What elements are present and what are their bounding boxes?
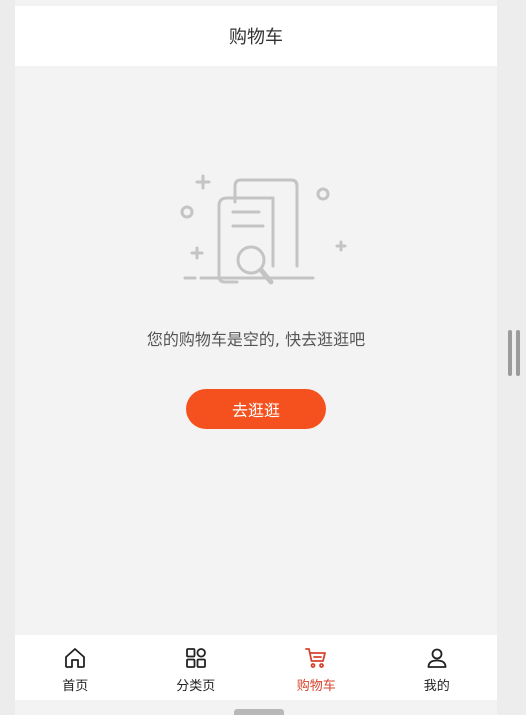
tab-cart-label: 购物车 [296, 679, 336, 694]
tab-mine[interactable]: 我的 [377, 635, 498, 700]
empty-cart-message: 您的购物车是空的, 快去逛逛吧 [146, 330, 366, 349]
page-title: 购物车 [229, 27, 283, 48]
empty-document-search-icon [165, 166, 355, 296]
tab-cart[interactable]: 购物车 [256, 635, 377, 700]
app-screen: 购物车 您的购物车是空的, 快去逛逛吧 去逛逛 首页 分类页 购物车 我的 [15, 6, 497, 700]
bottom-scrollbar-nub[interactable] [234, 709, 284, 715]
tab-category-label: 分类页 [176, 679, 216, 694]
tab-home-label: 首页 [62, 679, 89, 694]
bottom-tab-bar: 首页 分类页 购物车 我的 [15, 635, 497, 700]
tab-mine-label: 我的 [423, 679, 450, 694]
cart-icon [305, 648, 327, 668]
page-header: 购物车 [15, 6, 497, 66]
tab-category[interactable]: 分类页 [136, 635, 257, 700]
left-frame [0, 0, 15, 715]
user-icon [427, 648, 447, 668]
category-grid-icon [185, 648, 206, 668]
tab-home[interactable]: 首页 [15, 635, 136, 700]
home-icon [65, 648, 86, 668]
resize-handle[interactable] [508, 330, 520, 376]
go-shopping-button[interactable]: 去逛逛 [186, 389, 326, 429]
